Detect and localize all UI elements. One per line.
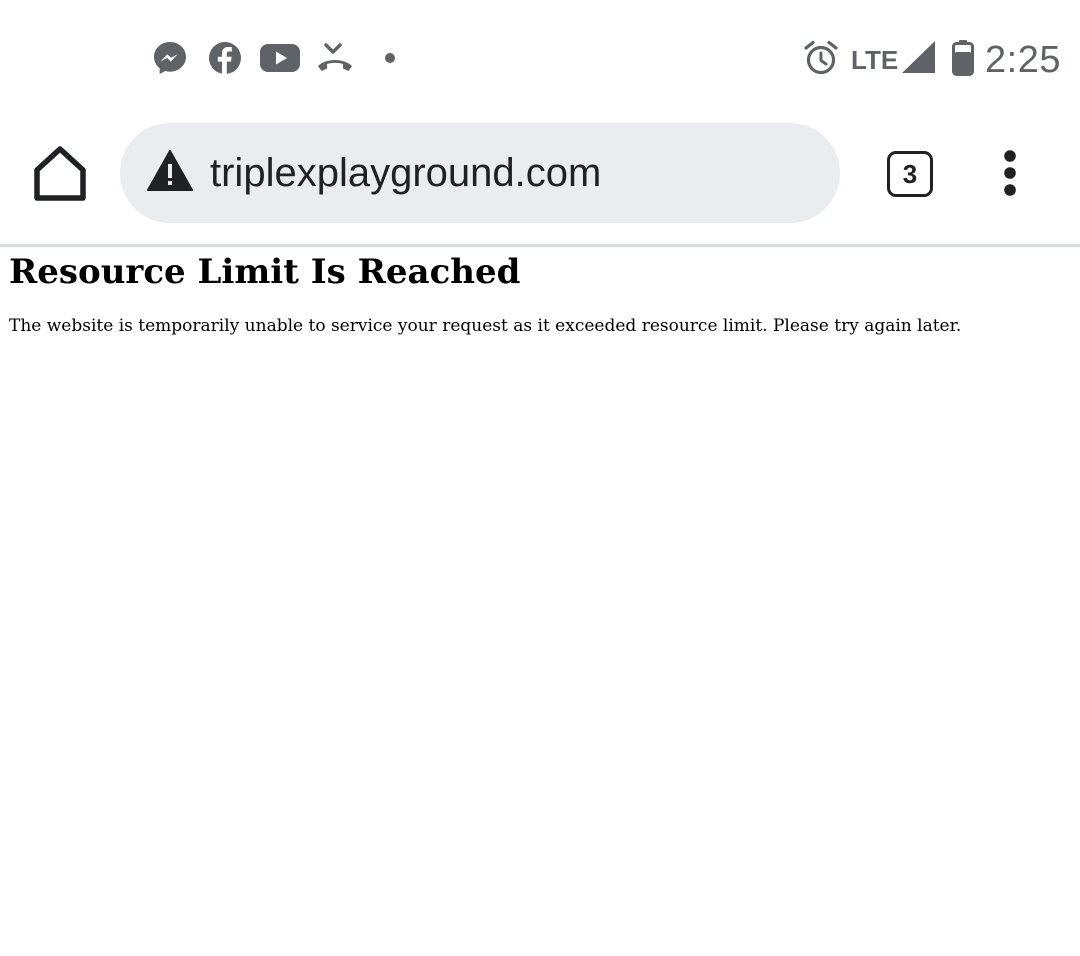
- more-vert-icon: [1004, 150, 1016, 196]
- page-title: Resource Limit Is Reached: [9, 252, 521, 292]
- network-type-label: LTE: [851, 45, 899, 75]
- tab-switcher-button[interactable]: 3: [884, 148, 936, 200]
- home-button[interactable]: [30, 142, 90, 204]
- warning-triangle-icon[interactable]: [146, 149, 194, 193]
- youtube-icon: [260, 44, 300, 72]
- battery-icon: [952, 40, 974, 76]
- lte-signal-icon: LTE: [851, 40, 937, 76]
- messenger-icon: [154, 42, 186, 74]
- missed-call-icon: [318, 43, 352, 71]
- more-notifications-dot-icon: [385, 53, 395, 63]
- error-message: The website is temporarily unable to ser…: [9, 316, 962, 336]
- overflow-menu-button[interactable]: [990, 148, 1030, 198]
- status-bar: LTE 2:25: [0, 0, 1080, 112]
- url-text[interactable]: triplexplayground.com: [210, 123, 601, 223]
- tab-count: 3: [902, 159, 918, 189]
- facebook-icon: [209, 42, 241, 74]
- url-bar[interactable]: triplexplayground.com: [120, 123, 840, 223]
- web-page-content: Resource Limit Is Reached The website is…: [0, 247, 1080, 956]
- browser-toolbar: triplexplayground.com 3: [0, 112, 1080, 247]
- alarm-icon: [804, 40, 838, 75]
- status-time: 2:25: [985, 39, 1061, 81]
- home-icon: [34, 146, 86, 201]
